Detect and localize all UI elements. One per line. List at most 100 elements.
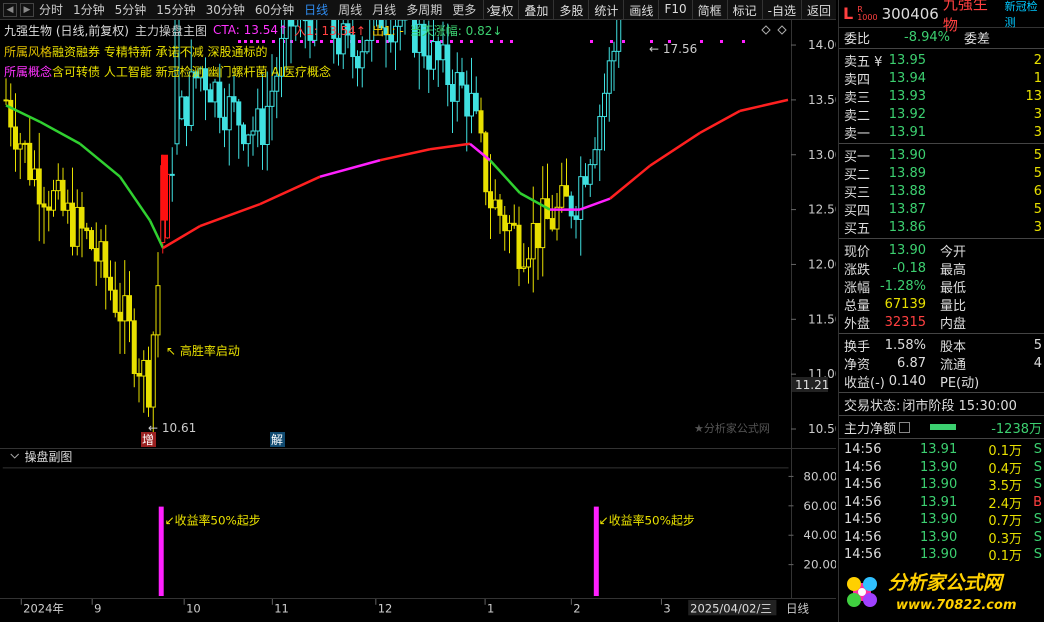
timeframe-tab[interactable]: 日线 [299, 3, 333, 17]
x-tick-label: 3 [663, 601, 670, 615]
candle [131, 308, 137, 388]
ask-row[interactable]: 卖二 13.92 3 [839, 105, 1044, 124]
diamond-icon[interactable] [761, 25, 771, 35]
candle [27, 117, 33, 186]
ma-line-segment [579, 197, 611, 211]
candle [93, 222, 99, 286]
candle [497, 194, 503, 234]
nav-right-icon[interactable]: ▶ [20, 2, 34, 17]
indicator-name[interactable]: 主力操盘主图 [135, 22, 207, 39]
timeframe-tab[interactable]: 60分钟 [250, 3, 299, 17]
ma-line-segment [739, 98, 789, 113]
toolbar-button[interactable]: 复权 [483, 0, 518, 20]
tick-volume: 3.5万 [988, 479, 1022, 495]
sub-chart[interactable]: 操盘副图 80.00 60.00 40.00 20.00 ↙收益率50%起步 ↙收益率50%… [0, 448, 836, 598]
timeframe-tab[interactable]: 1分钟 [68, 3, 110, 17]
stat2-label-2: PE(动) [940, 375, 980, 391]
bid-row[interactable]: 买三 13.88 6 [839, 182, 1044, 201]
ma-line-segment [39, 120, 81, 145]
ask-row[interactable]: 卖四 13.94 1 [839, 69, 1044, 88]
ask-price: 13.92 [888, 106, 926, 122]
candle [592, 137, 598, 169]
ma-line-segment [429, 142, 471, 151]
candle [98, 229, 104, 278]
netflow-bar [930, 424, 957, 430]
candle [473, 76, 479, 115]
candle [507, 215, 512, 254]
candle [587, 158, 593, 197]
stock-tag[interactable]: 新冠检测 [1005, 0, 1044, 30]
day-change-value: 当天涨幅: 0.82↓ [409, 23, 503, 38]
timeframe-tab[interactable]: 15分钟 [151, 3, 200, 17]
toolbar-button[interactable]: F10 [658, 0, 691, 20]
ask-row[interactable]: 卖五 ¥ 13.95 2 [839, 51, 1044, 70]
period-label[interactable]: 日线 [786, 601, 809, 615]
toolbar-button[interactable]: 统计 [588, 0, 623, 20]
tick-row: 14:56 13.90 0.1万 S [839, 546, 1044, 564]
timeframe-tab[interactable]: 更多 [447, 3, 481, 17]
ma-line-segment [379, 148, 431, 162]
candle [3, 78, 9, 105]
timeframe-tab[interactable]: 周线 [333, 3, 367, 17]
badge-r: R 1000 [857, 5, 877, 22]
timeframe-tabs: 分时 1分钟 5分钟 15分钟 30分钟 60分钟 日线 周线 月线 多周期 更多 › [34, 1, 496, 18]
timeframe-tab[interactable]: 月线 [367, 3, 401, 17]
candle [469, 57, 474, 134]
timeframe-tab[interactable]: 分时 [34, 3, 68, 17]
tick-side: S [1033, 529, 1042, 545]
stat-label: 现价 [844, 244, 871, 260]
candle [545, 163, 550, 220]
sub-signal-1: ↙收益率50%起步 [165, 513, 261, 527]
tick-volume: 0.4万 [988, 461, 1022, 477]
main-chart[interactable]: 17.5017.0016.5016.0015.5015.0014.5014.00… [0, 20, 836, 448]
nav-left-icon[interactable]: ◀ [3, 2, 17, 17]
toolbar-button[interactable]: 标记 [726, 0, 762, 20]
y-tick-label: 11.50 [808, 312, 836, 326]
bid-label: 买四 [844, 203, 871, 219]
tag-release[interactable]: 解 [271, 433, 283, 447]
bid-row[interactable]: 买四 13.87 5 [839, 200, 1044, 219]
candle [359, 36, 365, 88]
candle [264, 71, 270, 171]
candle [184, 96, 189, 147]
toolbar-button[interactable]: 画线 [623, 0, 658, 20]
ask-price: 13.91 [888, 124, 926, 140]
timeframe-tab[interactable]: 多周期 [401, 3, 447, 17]
signal-dot [610, 40, 613, 43]
timeframe-tab[interactable]: 30分钟 [201, 3, 250, 17]
ask-price: 13.93 [888, 88, 926, 104]
stat2-row: 收益(-) 0.140 PE(动) [839, 372, 1044, 391]
bid-row[interactable]: 买五 13.86 3 [839, 218, 1044, 237]
diamond-icon[interactable] [777, 25, 787, 35]
ask-row[interactable]: 卖一 13.91 3 [839, 123, 1044, 142]
tick-side: S [1033, 459, 1042, 475]
candle [464, 70, 470, 152]
candle [260, 74, 265, 170]
stat-label: 涨幅 [844, 280, 871, 296]
tag-add[interactable]: 增 [142, 433, 154, 447]
toolbar-button[interactable]: 返回 [800, 0, 836, 20]
bid-row[interactable]: 买一 13.90 5 [839, 146, 1044, 165]
tick-time: 14:56 [844, 529, 882, 545]
tick-side: B [1033, 494, 1042, 510]
stat2-label-2: 流通 [940, 357, 967, 373]
tick-row: 14:56 13.91 2.4万 B [839, 494, 1044, 512]
toolbar-button[interactable]: 叠加 [518, 0, 553, 20]
site-logo: 分析家公式网 www.70822.com [847, 572, 1017, 613]
toolbar-button[interactable]: 简框 [691, 0, 727, 20]
ask-row[interactable]: 卖三 13.93 13 [839, 87, 1044, 106]
menu-icon[interactable] [899, 421, 911, 433]
ask-volume: 1 [1033, 70, 1042, 86]
netflow-label: 主力净额 [844, 421, 897, 437]
sub-y-tick-label: 80.00 [803, 469, 836, 483]
bid-price: 13.87 [888, 201, 926, 217]
stat2-value: 0.140 [888, 373, 926, 389]
bid-row[interactable]: 买二 13.89 5 [839, 164, 1044, 183]
toolbar-button[interactable]: 多股 [553, 0, 588, 20]
ma-line-segment [489, 159, 521, 194]
tick-price: 13.90 [920, 512, 958, 528]
toolbar-button[interactable]: -自选 [761, 0, 801, 20]
collapse-icon[interactable] [10, 453, 20, 459]
bid-volume: 5 [1033, 201, 1042, 217]
timeframe-tab[interactable]: 5分钟 [110, 3, 152, 17]
